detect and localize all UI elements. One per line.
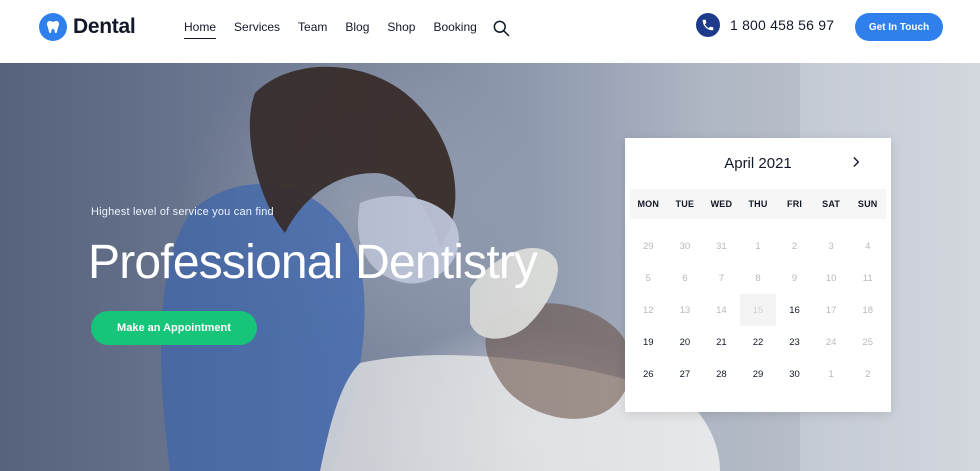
calendar-day[interactable]: 8: [740, 262, 777, 294]
nav-blog[interactable]: Blog: [345, 19, 369, 35]
calendar-day[interactable]: 27: [667, 358, 704, 390]
calendar-day[interactable]: 17: [813, 294, 850, 326]
calendar-day[interactable]: 5: [630, 262, 667, 294]
nav-shop[interactable]: Shop: [387, 19, 415, 35]
calendar-day[interactable]: 26: [630, 358, 667, 390]
calendar-day[interactable]: 2: [849, 358, 886, 390]
calendar-day[interactable]: 24: [813, 326, 850, 358]
search-icon[interactable]: [491, 18, 511, 38]
weekday-label: MON: [637, 199, 660, 209]
phone-number: 1 800 458 56 97: [730, 17, 835, 33]
make-appointment-button[interactable]: Make an Appointment: [91, 311, 257, 345]
booking-calendar: April 2021 MON TUE WED THU FRI SAT SUN 2…: [625, 138, 891, 412]
calendar-day[interactable]: 30: [667, 230, 704, 262]
calendar-day[interactable]: 1: [740, 230, 777, 262]
calendar-day[interactable]: 3: [813, 230, 850, 262]
calendar-day[interactable]: 29: [740, 358, 777, 390]
nav-services[interactable]: Services: [234, 19, 280, 35]
calendar-day[interactable]: 6: [667, 262, 704, 294]
weekday-label: THU: [748, 199, 768, 209]
brand-name: Dental: [73, 15, 136, 38]
hero-title: Professional Dentistry: [88, 236, 538, 289]
calendar-day[interactable]: 15: [739, 294, 777, 326]
calendar-day[interactable]: 21: [703, 326, 740, 358]
calendar-day[interactable]: 14: [703, 294, 740, 326]
calendar-day[interactable]: 13: [667, 294, 704, 326]
hero-subtitle: Highest level of service you can find: [91, 206, 274, 218]
phone-contact[interactable]: 1 800 458 56 97: [696, 13, 834, 37]
calendar-day[interactable]: 10: [813, 262, 850, 294]
calendar-day[interactable]: 28: [703, 358, 740, 390]
weekday-label: TUE: [675, 199, 695, 209]
nav-home[interactable]: Home: [184, 19, 217, 39]
phone-icon: [696, 13, 720, 37]
nav-team[interactable]: Team: [298, 19, 327, 35]
main-nav: Home Services Team Blog Shop Booking: [184, 19, 495, 39]
calendar-day[interactable]: 4: [849, 230, 886, 262]
calendar-day[interactable]: 22: [740, 326, 777, 358]
calendar-day[interactable]: 29: [630, 230, 667, 262]
calendar-day[interactable]: 11: [849, 262, 886, 294]
calendar-day[interactable]: 2: [776, 230, 813, 262]
calendar-day[interactable]: 23: [776, 326, 813, 358]
calendar-day[interactable]: 16: [776, 294, 813, 326]
calendar-day[interactable]: 12: [630, 294, 667, 326]
calendar-day[interactable]: 31: [703, 230, 740, 262]
calendar-day[interactable]: 9: [776, 262, 813, 294]
calendar-day[interactable]: 1: [813, 358, 850, 390]
chevron-right-icon[interactable]: [849, 155, 863, 169]
brand-logo[interactable]: Dental: [39, 13, 136, 41]
weekday-label: WED: [710, 199, 733, 209]
weekday-label: SAT: [822, 199, 841, 209]
calendar-header: April 2021: [625, 138, 891, 188]
get-in-touch-button[interactable]: Get In Touch: [855, 13, 943, 41]
calendar-day[interactable]: 7: [703, 262, 740, 294]
weekday-row: MON TUE WED THU FRI SAT SUN: [630, 189, 886, 219]
site-header: Dental Home Services Team Blog Shop Book…: [0, 0, 980, 63]
calendar-day[interactable]: 25: [849, 326, 886, 358]
calendar-day[interactable]: 20: [667, 326, 704, 358]
calendar-day[interactable]: 19: [630, 326, 667, 358]
tooth-icon: [39, 13, 67, 41]
weekday-label: SUN: [857, 199, 878, 209]
weekday-label: FRI: [787, 199, 803, 209]
calendar-days: 29 30 31 1 2 3 4 5 6 7 8 9 10 11 12 13 14 15 16 17 18 19 20 21 2…: [630, 230, 886, 390]
calendar-day[interactable]: 18: [849, 294, 886, 326]
nav-booking[interactable]: Booking: [433, 19, 476, 35]
calendar-day[interactable]: 30: [776, 358, 813, 390]
